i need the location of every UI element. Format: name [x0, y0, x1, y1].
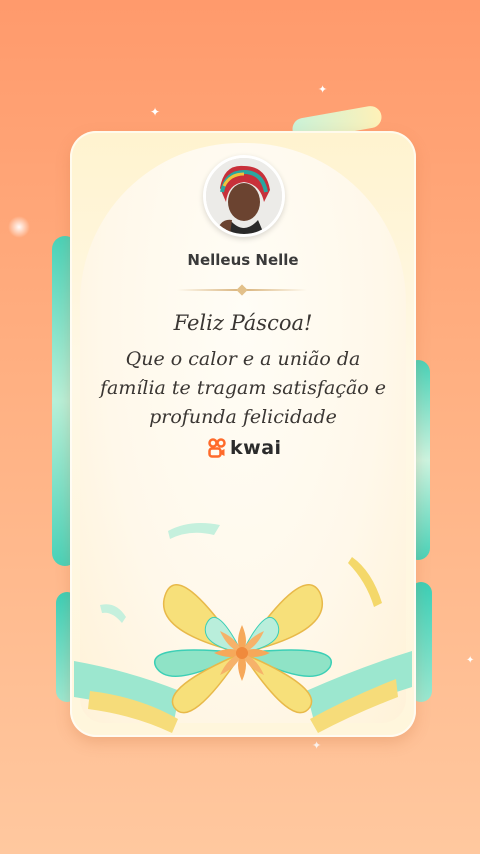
sparkle-icon: ✦ — [312, 739, 322, 752]
sparkle-icon: ✦ — [150, 105, 161, 119]
sparkle-icon: ✦ — [318, 83, 328, 96]
background-glow — [8, 216, 30, 238]
greeting-card: Nelleus Nelle Feliz Páscoa! Que o calor … — [70, 131, 416, 737]
flower-ornament — [74, 584, 412, 733]
sparkle-icon: ✦ — [466, 655, 475, 666]
